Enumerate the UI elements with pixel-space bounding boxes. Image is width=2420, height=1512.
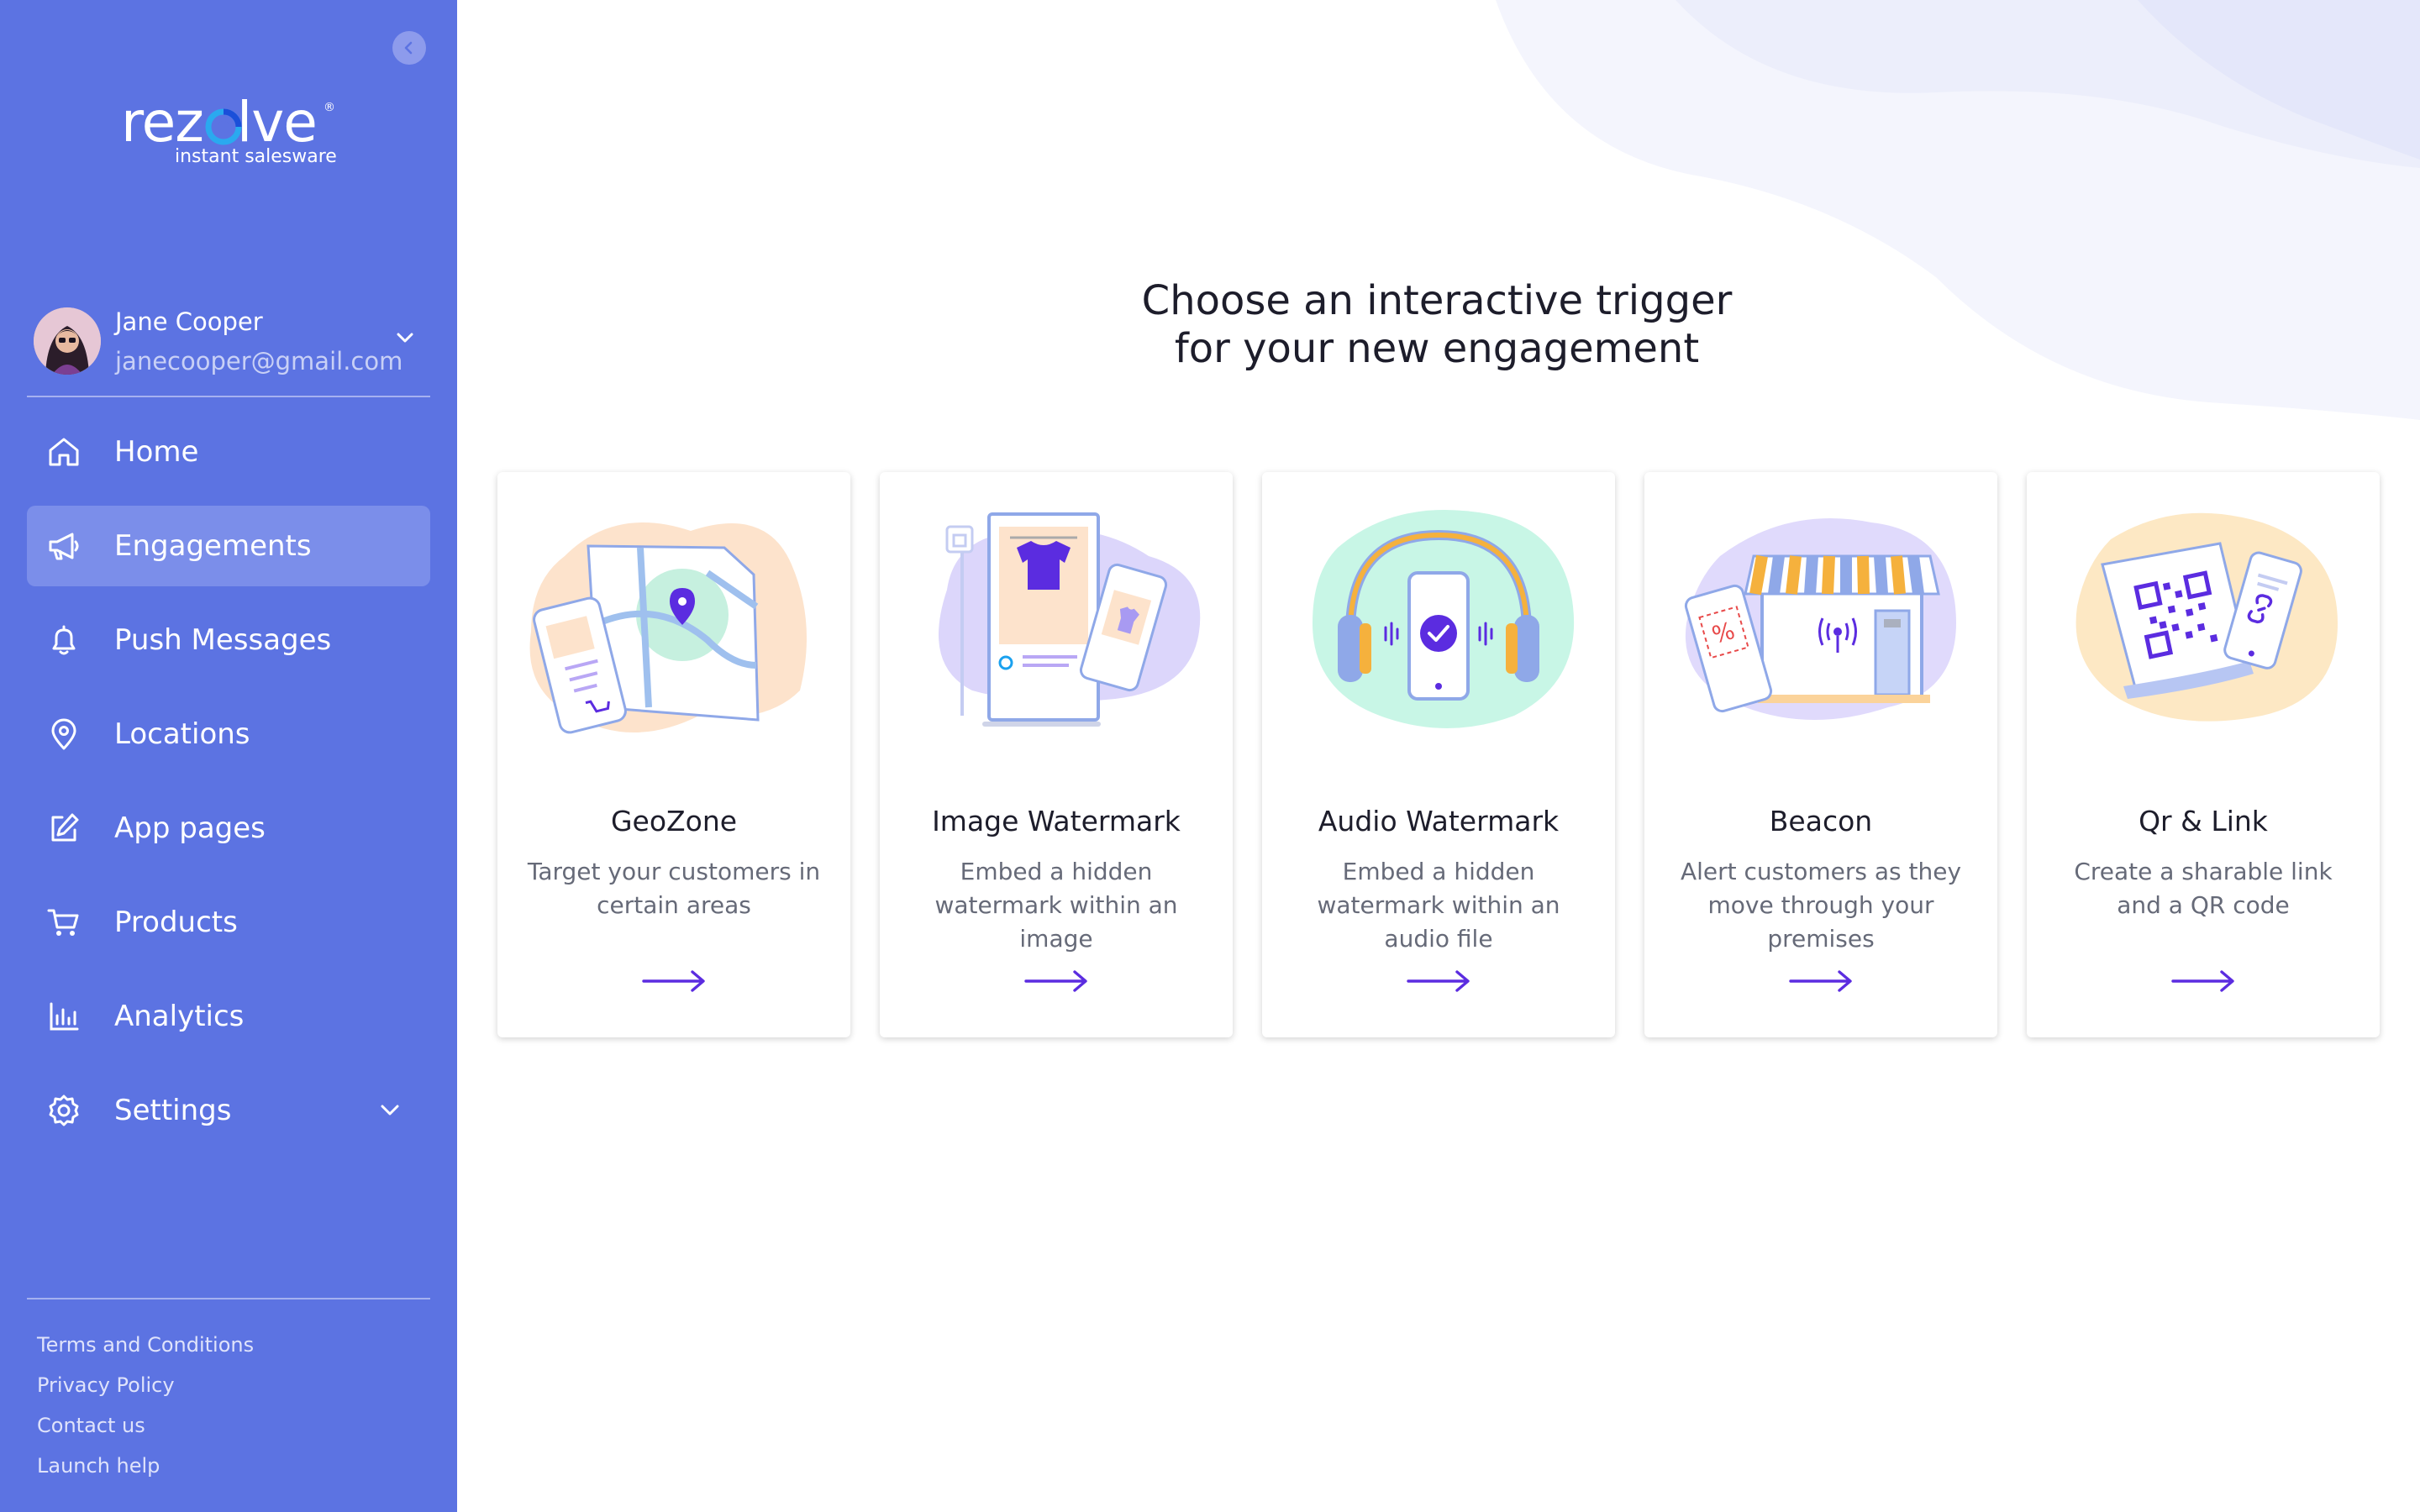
user-menu[interactable]: Jane Cooper janecooper@gmail.com [27,302,430,386]
sidebar-item-engagements[interactable]: Engagements [27,506,430,586]
card-description: Embed a hidden watermark within an audio… [1317,858,1560,953]
arrow-right-icon[interactable] [640,969,708,994]
chevron-left-icon [404,41,413,55]
bell-icon [52,625,76,655]
contact-link[interactable]: Contact us [37,1414,145,1437]
sidebar-item-label: Home [114,435,199,469]
card-title: GeoZone [610,805,738,837]
sidebar-item-push-messages[interactable]: Push Messages [27,600,430,680]
card-description: Alert customers as they move through you… [1680,858,1962,953]
sidebar-item-app-pages[interactable]: App pages [27,788,430,869]
cart-icon [47,909,79,936]
headphones-illustration [1313,510,1575,728]
page-title-line-2: for your new engagement [1174,325,1700,372]
sidebar-item-settings[interactable]: Settings [27,1070,430,1151]
page-title-line-1: Choose an interactive trigger [1141,277,1733,324]
sidebar-item-label: App pages [114,811,266,845]
avatar [34,307,101,375]
map-illustration [529,522,807,734]
registered-mark: ® [324,101,335,114]
card-description: Embed a hidden watermark within an image [934,858,1178,953]
card-title: Image Watermark [932,805,1181,837]
card-title: Beacon [1769,805,1873,837]
sidebar: rez lve ® instant salesware Jane Cooper … [0,0,457,1512]
terms-link[interactable]: Terms and Conditions [37,1333,254,1357]
sidebar-item-home[interactable]: Home [27,412,430,492]
trigger-card-geozone[interactable]: GeoZone Target your customers in certain… [497,472,850,1037]
rezolve-logo[interactable]: rez lve ® instant salesware [118,91,337,171]
privacy-link[interactable]: Privacy Policy [37,1373,175,1397]
location-pin-icon [51,718,76,750]
trigger-card-qr-link[interactable]: Qr & Link Create a sharable link and a Q… [2027,472,2380,1037]
gear-icon [49,1095,79,1126]
storefront-illustration: % [1684,518,1956,720]
collapse-sidebar-button[interactable] [392,31,426,65]
arrow-right-icon[interactable] [1405,969,1472,994]
poster-illustration [939,512,1201,727]
chevron-down-icon [397,333,413,343]
chevron-down-icon [381,1105,399,1116]
sidebar-divider-bottom [27,1298,430,1299]
megaphone-icon [49,533,79,560]
sidebar-item-products[interactable]: Products [27,882,430,963]
arrow-right-icon[interactable] [2170,969,2237,994]
sidebar-item-label: Engagements [114,529,312,563]
arrow-right-icon[interactable] [1023,969,1090,994]
edit-icon [51,813,79,842]
logo-tagline: instant salesware [175,146,337,167]
card-title: Qr & Link [2139,805,2268,837]
trigger-card-beacon[interactable]: % Beacon Alert customers as they move th… [1644,472,1997,1037]
sidebar-item-label: Products [114,906,238,939]
trigger-card-audio-watermark[interactable]: Audio Watermark Embed a hidden watermark… [1262,472,1615,1037]
sidebar-item-analytics[interactable]: Analytics [27,976,430,1057]
card-description: Create a sharable link and a QR code [2074,858,2333,919]
sidebar-item-label: Push Messages [114,623,332,657]
arrow-right-icon[interactable] [1787,969,1854,994]
sidebar-item-label: Analytics [114,1000,245,1033]
home-icon [49,438,79,466]
card-title: Audio Watermark [1318,805,1560,837]
page-title: Choose an interactive trigger for your n… [941,277,1933,373]
launch-help-link[interactable]: Launch help [37,1454,160,1478]
user-email: janecooper@gmail.com [115,347,403,375]
sidebar-item-label: Locations [114,717,250,751]
bar-chart-icon [50,1002,79,1031]
sidebar-divider-top [27,396,430,397]
qr-code-illustration [2075,512,2338,722]
sidebar-item-label: Settings [114,1094,232,1127]
logo-swirl-icon [205,108,242,145]
trigger-card-image-watermark[interactable]: Image Watermark Embed a hidden watermark… [880,472,1233,1037]
sidebar-item-locations[interactable]: Locations [27,694,430,774]
user-name: Jane Cooper [115,307,263,336]
card-description: Target your customers in certain areas [527,858,821,919]
